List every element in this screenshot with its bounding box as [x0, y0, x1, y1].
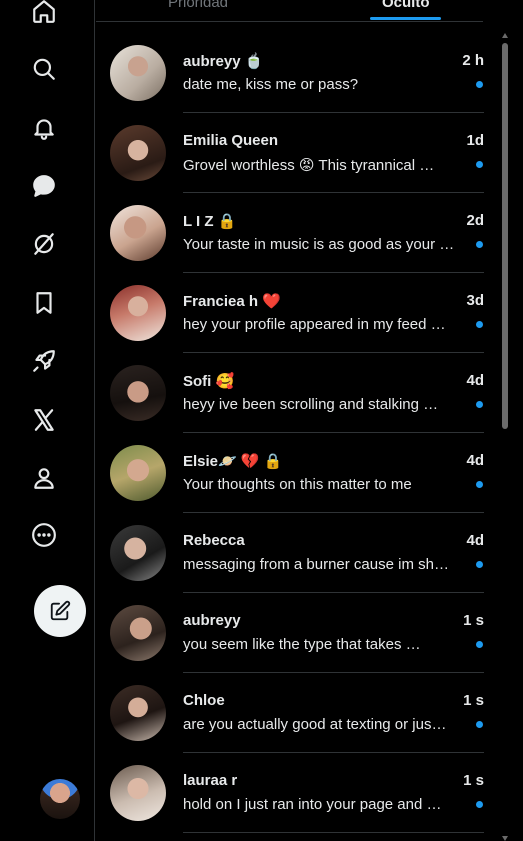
- conversation-name: Rebecca: [183, 532, 245, 549]
- avatar: [110, 45, 166, 101]
- account-avatar[interactable]: [40, 779, 80, 819]
- conversation-name: Franciea h ❤️: [183, 293, 281, 310]
- avatar: [110, 685, 166, 741]
- conversation-preview: date me, kiss me or pass?: [183, 76, 359, 93]
- scrollbar[interactable]: [500, 33, 510, 841]
- conversation-preview: Your taste in music is as good as your …: [183, 236, 455, 253]
- avatar: [110, 605, 166, 661]
- conversation-row[interactable]: Chloe 1 s are you actually good at texti…: [96, 673, 493, 753]
- message-icon[interactable]: [29, 171, 59, 201]
- unread-dot: [476, 81, 483, 88]
- conversation-time: 1 s: [463, 612, 484, 629]
- avatar: [110, 445, 166, 501]
- conversation-time: 4d: [466, 532, 484, 549]
- tab-hidden[interactable]: Oculto: [382, 0, 430, 11]
- conversation-list: aubreyy 🍵 2 h date me, kiss me or pass? …: [96, 33, 493, 833]
- sidebar-nav: [0, 0, 95, 841]
- conversation-row[interactable]: aubreyy 1 s you seem like the type that …: [96, 593, 493, 673]
- unread-dot: [476, 321, 483, 328]
- conversation-time: 2 h: [462, 52, 484, 69]
- scroll-down-arrow[interactable]: [502, 836, 508, 841]
- unread-dot: [476, 161, 483, 168]
- bookmark-icon[interactable]: [29, 288, 59, 318]
- conversation-time: 1 s: [463, 772, 484, 789]
- profile-icon[interactable]: [29, 463, 59, 493]
- rocket-icon[interactable]: [29, 346, 59, 376]
- conversation-time: 4d: [466, 372, 484, 389]
- unread-dot: [476, 241, 483, 248]
- active-tab-indicator: [370, 17, 441, 20]
- conversation-name: Chloe: [183, 692, 225, 709]
- conversation-row[interactable]: Emilia Queen 1d Grovel worthless 😡 This …: [96, 113, 493, 193]
- unread-dot: [476, 481, 483, 488]
- conversation-name: Sofi 🥰: [183, 373, 235, 390]
- conversation-row[interactable]: lauraa r 1 s hold on I just ran into you…: [96, 753, 493, 833]
- avatar: [110, 765, 166, 821]
- search-icon[interactable]: [29, 54, 59, 84]
- conversation-time: 1d: [466, 132, 484, 149]
- conversation-row[interactable]: Elsie🪐 💔 🔒 4d Your thoughts on this matt…: [96, 433, 493, 513]
- avatar: [110, 285, 166, 341]
- conversation-preview: hold on I just ran into your page and …: [183, 796, 442, 813]
- more-icon[interactable]: [29, 520, 59, 550]
- conversation-time: 2d: [466, 212, 484, 229]
- message-list-panel: Prioridad Oculto aubreyy 🍵 2 h date me, …: [96, 0, 523, 841]
- tab-priority[interactable]: Prioridad: [168, 0, 228, 11]
- conversation-row[interactable]: aubreyy 🍵 2 h date me, kiss me or pass?: [96, 33, 493, 113]
- conversation-preview: you seem like the type that takes …: [183, 636, 421, 653]
- conversation-preview: are you actually good at texting or jus…: [183, 716, 447, 733]
- conversation-name: aubreyy 🍵: [183, 53, 264, 70]
- conversation-row[interactable]: Franciea h ❤️ 3d hey your profile appear…: [96, 273, 493, 353]
- conversation-preview: heyy ive been scrolling and stalking …: [183, 396, 439, 413]
- unread-dot: [476, 801, 483, 808]
- avatar: [110, 525, 166, 581]
- bell-icon[interactable]: [29, 113, 59, 143]
- tab-bar: Prioridad Oculto: [96, 0, 483, 22]
- home-icon[interactable]: [29, 0, 59, 26]
- unread-dot: [476, 721, 483, 728]
- conversation-time: 3d: [466, 292, 484, 309]
- conversation-name: Emilia Queen: [183, 132, 279, 149]
- conversation-row[interactable]: Sofi 🥰 4d heyy ive been scrolling and st…: [96, 353, 493, 433]
- conversation-name: L I Z 🔒: [183, 213, 237, 230]
- row-divider: [183, 832, 484, 833]
- conversation-name: Elsie🪐 💔 🔒: [183, 453, 283, 470]
- avatar: [110, 365, 166, 421]
- unread-dot: [476, 561, 483, 568]
- conversation-time: 4d: [466, 452, 484, 469]
- x-logo-icon[interactable]: [29, 405, 59, 435]
- conversation-row[interactable]: L I Z 🔒 2d Your taste in music is as goo…: [96, 193, 493, 273]
- conversation-time: 1 s: [463, 692, 484, 709]
- conversation-name: lauraa r: [183, 772, 238, 789]
- conversation-preview: messaging from a burner cause im sh…: [183, 556, 449, 573]
- conversation-preview: hey your profile appeared in my feed …: [183, 316, 446, 333]
- scroll-up-arrow[interactable]: [502, 33, 508, 38]
- avatar: [110, 125, 166, 181]
- conversation-row[interactable]: Rebecca 4d messaging from a burner cause…: [96, 513, 493, 593]
- conversation-preview: Your thoughts on this matter to me: [183, 476, 412, 493]
- grok-icon[interactable]: [29, 229, 59, 259]
- conversation-preview: Grovel worthless 😡 This tyrannical …: [183, 157, 435, 174]
- unread-dot: [476, 641, 483, 648]
- compose-button[interactable]: [34, 585, 86, 637]
- compose-icon: [50, 600, 71, 621]
- avatar: [110, 205, 166, 261]
- messages-app: Prioridad Oculto aubreyy 🍵 2 h date me, …: [0, 0, 523, 841]
- conversation-name: aubreyy: [183, 612, 241, 629]
- unread-dot: [476, 401, 483, 408]
- scroll-thumb[interactable]: [502, 43, 508, 429]
